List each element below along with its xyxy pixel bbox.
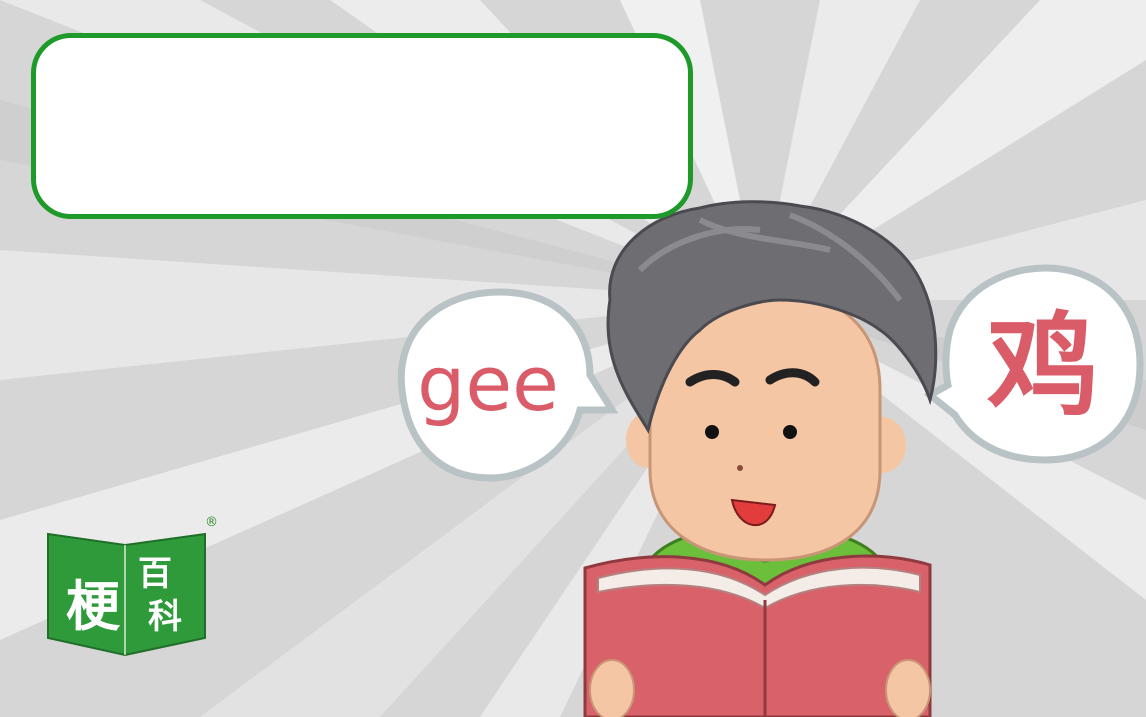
bubble-right-text: 鸡 xyxy=(987,302,1099,432)
logo-char-main: 梗 xyxy=(66,575,121,638)
bubble-left-text: gee xyxy=(417,339,559,428)
logo-char-bottom: 科 xyxy=(148,597,182,637)
registered-mark: ® xyxy=(205,515,218,530)
gengbaike-logo: 梗 百 科 xyxy=(47,532,206,657)
empty-title-box xyxy=(31,33,693,219)
reading-character-illustration xyxy=(583,200,938,717)
logo-char-top: 百 xyxy=(138,554,172,594)
